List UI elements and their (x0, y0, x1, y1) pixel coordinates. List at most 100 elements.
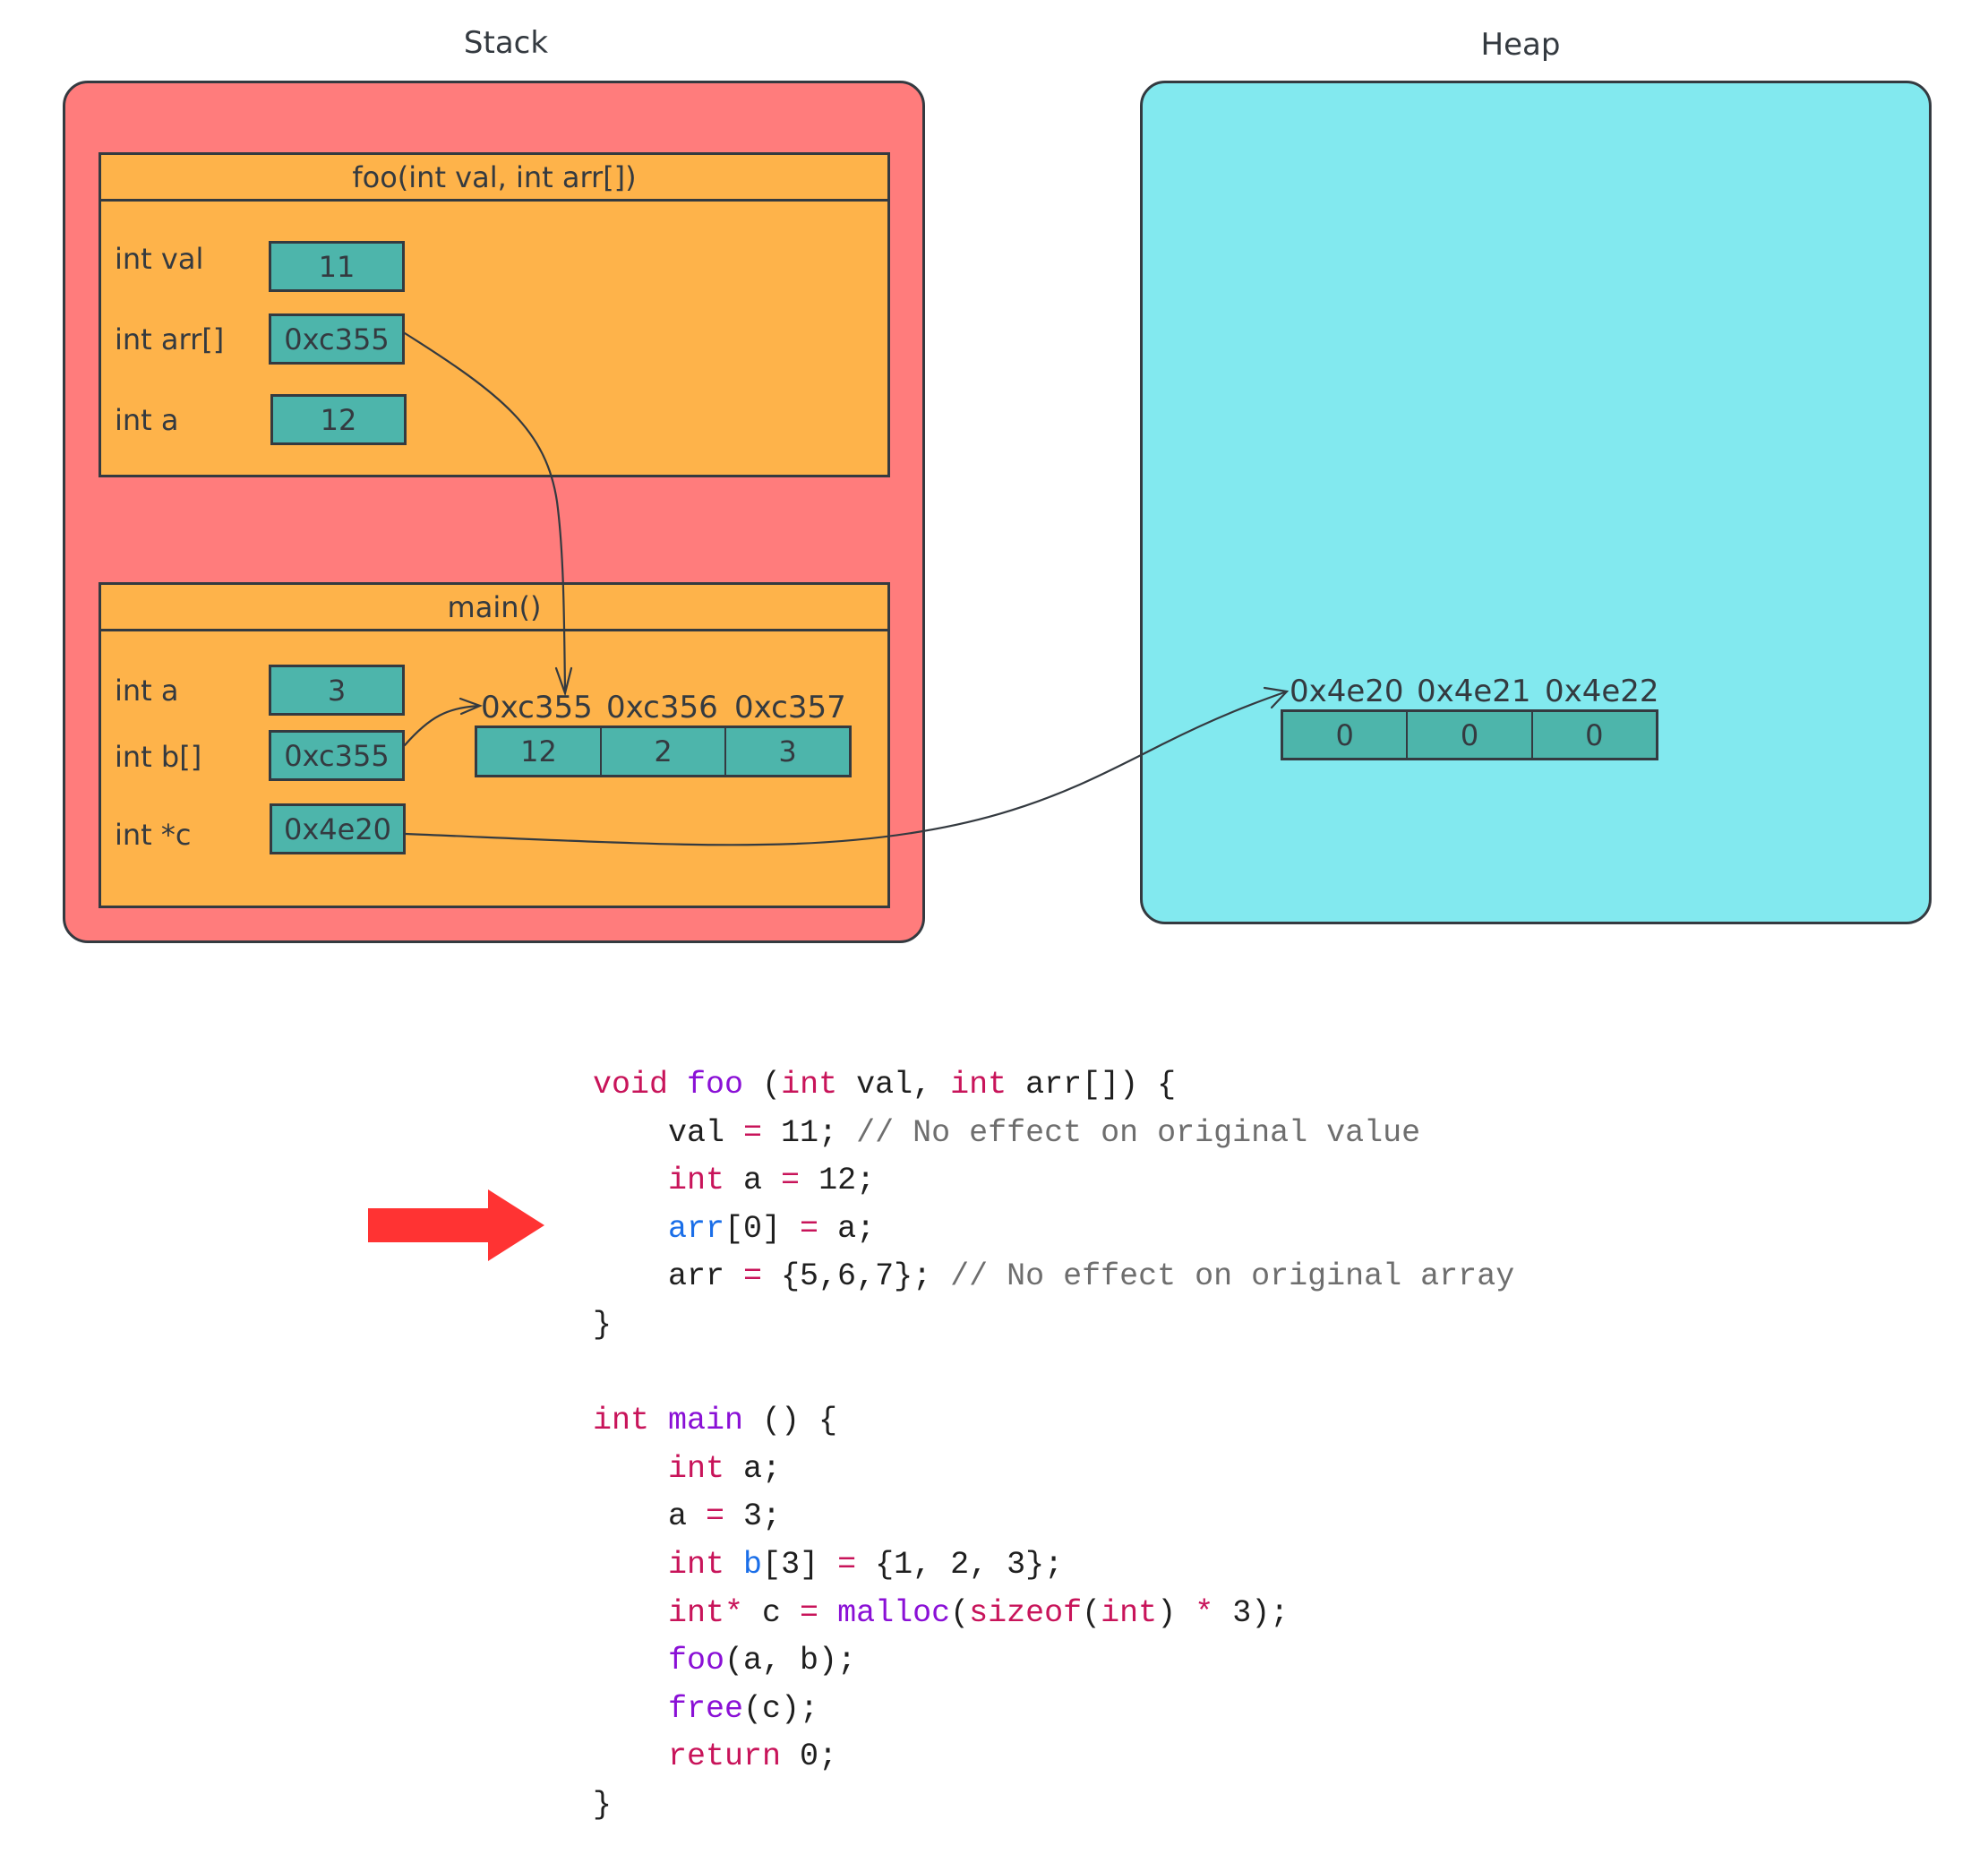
foo-var-cell-arr: 0xc355 (269, 313, 405, 365)
code-text: a (593, 1498, 707, 1535)
main-var-cell-a: 3 (269, 665, 405, 716)
code-keyword: int (781, 1067, 838, 1103)
foo-var-cell-a: 12 (270, 394, 407, 445)
code-line: a = 3; (593, 1493, 1514, 1541)
code-keyword: int (593, 1403, 650, 1439)
stack-array-b: 12 2 3 (475, 725, 852, 777)
code-keyword: void (593, 1067, 669, 1103)
code-text: } (593, 1306, 613, 1343)
code-text: arr (593, 1258, 744, 1295)
code-operator: = (837, 1546, 857, 1583)
code-text: ( (1082, 1594, 1101, 1631)
heap-array-address-2: 0x4e22 (1545, 674, 1659, 709)
code-text: a; (818, 1210, 876, 1247)
foo-stack-frame: foo(int val, int arr[]) (99, 152, 890, 477)
code-operator: = (800, 1210, 819, 1247)
code-text: arr[]) { (1007, 1067, 1177, 1103)
code-function: malloc (837, 1594, 951, 1631)
code-text: c (743, 1594, 801, 1631)
code-text: } (593, 1786, 613, 1823)
code-text: [3] (762, 1546, 838, 1583)
stack-array-address-1: 0xc356 (606, 690, 718, 725)
code-line: arr = {5,6,7}; // No effect on original … (593, 1253, 1514, 1301)
main-frame-header: main() (101, 585, 887, 631)
heap-array-cell: 0 (1408, 712, 1533, 758)
code-line: int main () { (593, 1397, 1514, 1446)
code-text: 3); (1213, 1594, 1290, 1631)
code-keyword: int* (668, 1594, 744, 1631)
foo-var-label-a: int a (115, 403, 179, 437)
code-keyword: return (668, 1739, 782, 1775)
code-line: val = 11; // No effect on original value (593, 1110, 1514, 1158)
heap-array-address-1: 0x4e21 (1417, 674, 1531, 709)
code-keyword: int (950, 1067, 1007, 1103)
heap-title: Heap (1480, 27, 1561, 63)
code-line: foo(a, b); (593, 1637, 1514, 1686)
code-listing: void foo (int val, int arr[]) { val = 11… (593, 1061, 1514, 1830)
foo-frame-header: foo(int val, int arr[]) (101, 155, 887, 202)
code-text: 11; (762, 1114, 857, 1151)
main-var-label-c: int *c (115, 818, 192, 852)
code-line: return 0; (593, 1733, 1514, 1781)
main-var-cell-c: 0x4e20 (270, 803, 406, 854)
code-text: val, (837, 1067, 951, 1103)
code-line: int* c = malloc(sizeof(int) * 3); (593, 1590, 1514, 1638)
code-operator: = (743, 1114, 763, 1151)
code-function: free (668, 1690, 744, 1727)
code-text: (a, b); (724, 1643, 857, 1679)
foo-var-label-arr: int arr[] (115, 322, 225, 356)
code-keyword: int (1101, 1594, 1158, 1631)
code-text: {1, 2, 3}; (856, 1546, 1064, 1583)
main-var-label-a: int a (115, 674, 179, 708)
code-variable: b (743, 1546, 763, 1583)
code-text: ( (950, 1594, 970, 1631)
stack-array-address-2: 0xc357 (734, 690, 846, 725)
right-arrow-icon (368, 1189, 544, 1261)
code-text: 0; (781, 1739, 838, 1775)
code-text: val (593, 1114, 744, 1151)
code-function: foo (687, 1067, 744, 1103)
code-comment: // No effect on original value (856, 1114, 1421, 1151)
code-text: a (724, 1163, 782, 1199)
code-keyword: sizeof (969, 1594, 1083, 1631)
stack-array-cell: 12 (477, 728, 602, 775)
stack-array-address-0: 0xc355 (481, 690, 593, 725)
code-function: foo (668, 1643, 725, 1679)
code-text: [0] (724, 1210, 801, 1247)
code-variable: arr (668, 1210, 725, 1247)
code-text: 3; (724, 1498, 782, 1535)
code-line: } (593, 1301, 1514, 1350)
code-text: (c); (743, 1690, 819, 1727)
code-text: a; (724, 1450, 782, 1487)
heap-array-cell: 0 (1585, 717, 1604, 752)
foo-var-label-val: int val (115, 242, 204, 276)
heap-array-address-0: 0x4e20 (1290, 674, 1404, 709)
code-line: free(c); (593, 1686, 1514, 1734)
code-text: {5,6,7}; (762, 1258, 951, 1295)
code-line: int a = 12; (593, 1157, 1514, 1206)
code-operator: * (1195, 1594, 1214, 1631)
code-keyword: int (668, 1546, 725, 1583)
code-operator: = (800, 1594, 819, 1631)
main-var-cell-b: 0xc355 (269, 730, 405, 781)
code-line: arr[0] = a; (593, 1206, 1514, 1254)
code-text: 12; (800, 1163, 876, 1199)
code-comment: // No effect on original array (950, 1258, 1515, 1295)
code-line: int a; (593, 1446, 1514, 1494)
code-text: ) (1157, 1594, 1195, 1631)
code-line: void foo (int val, int arr[]) { (593, 1061, 1514, 1110)
foo-var-cell-val: 11 (269, 241, 405, 292)
